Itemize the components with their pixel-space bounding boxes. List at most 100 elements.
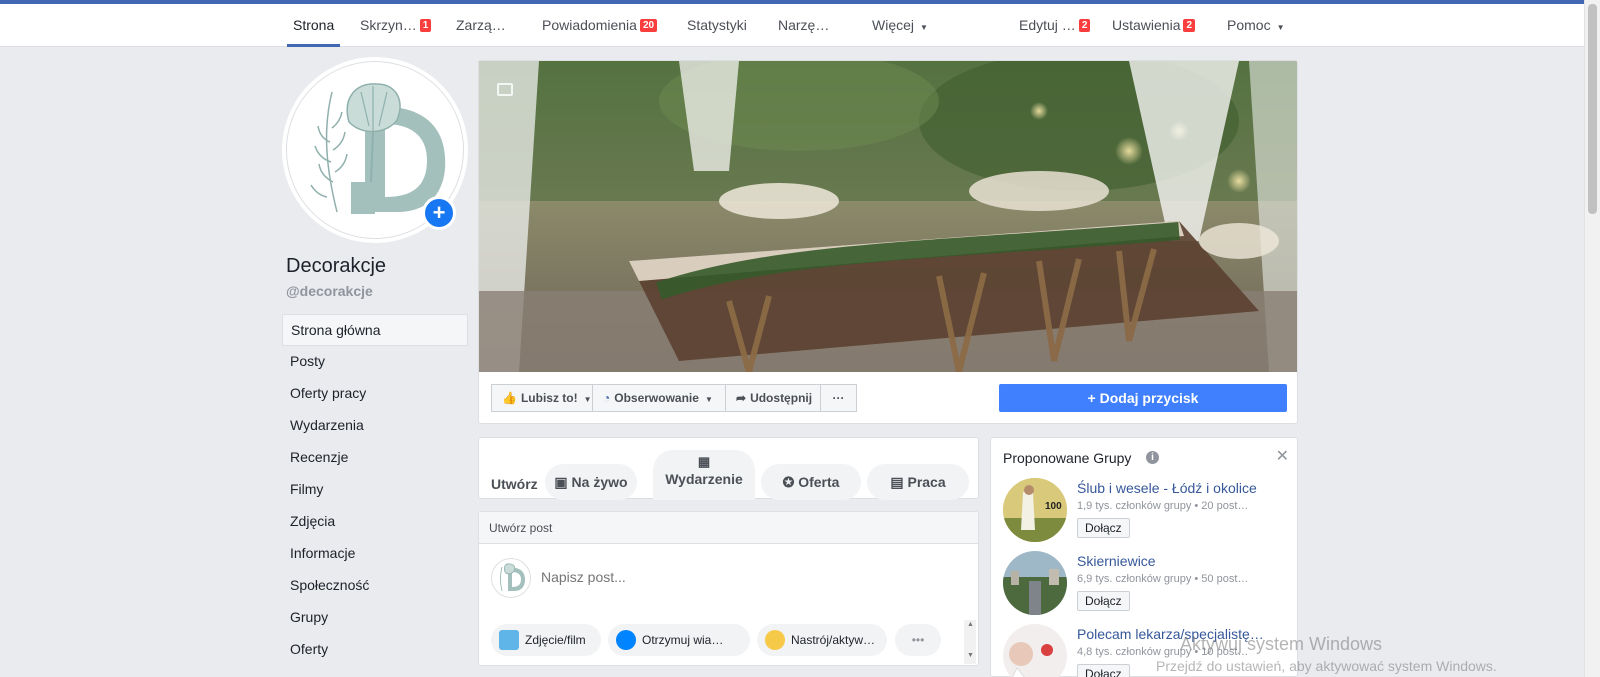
group-meta: 1,9 tys. członków grupy • 20 post…	[1077, 500, 1249, 512]
sidebar-item-informacje[interactable]: Informacje	[282, 538, 468, 570]
cover-card: 👍 Lubisz to! ▼ ◔ Obserwowanie ▼ ➦ Udostępnij …	[478, 60, 1298, 424]
group-name[interactable]: Skierniewice	[1077, 553, 1156, 569]
group-thumbnail-image	[1003, 551, 1067, 615]
smiley-icon	[765, 630, 785, 650]
group-thumbnail[interactable]: 100	[1003, 478, 1067, 542]
notification-badge: 1	[419, 19, 432, 32]
group-thumbnail-image: 100	[1003, 478, 1067, 542]
nav-tab-skrzynka[interactable]: Skrzyn… 1	[360, 4, 432, 47]
nav-tab-narzedzia[interactable]: Narzę…	[778, 4, 829, 47]
photo-icon	[499, 630, 519, 650]
offer-tag-icon: ✪	[782, 474, 799, 490]
decorakcje-logo	[500, 563, 525, 592]
nav-tab-statystyki[interactable]: Statystyki	[687, 4, 747, 47]
caret-down-icon: ▼	[920, 23, 928, 32]
group-meta: 6,9 tys. członków grupy • 50 post…	[1077, 573, 1249, 585]
video-camera-icon	[497, 83, 513, 96]
rss-icon: ◔	[603, 391, 611, 405]
sidebar-item-wydarzenia[interactable]: Wydarzenia	[282, 410, 468, 442]
more-options-button[interactable]: •••	[895, 624, 941, 656]
join-group-button[interactable]: Dołącz	[1077, 591, 1130, 611]
add-profile-photo-button[interactable]: +	[422, 196, 456, 230]
sidebar-item-posty[interactable]: Posty	[282, 346, 468, 378]
create-live-label: Na żywo	[571, 474, 628, 490]
nav-tab-powiadomienia[interactable]: Powiadomienia 20	[542, 4, 658, 47]
chevron-down-icon: ▼	[967, 652, 974, 659]
create-offer-label: Oferta	[798, 474, 840, 490]
cover-photo[interactable]	[479, 61, 1298, 372]
more-actions-button[interactable]: ···	[820, 384, 857, 412]
sidebar-item-filmy[interactable]: Filmy	[282, 474, 468, 506]
photo-video-option[interactable]: Zdjęcie/film	[491, 624, 601, 656]
group-suggestion: 100 Ślub i wesele - Łódź i okolice 1,9 t…	[1003, 478, 1293, 550]
caret-down-icon: ▼	[704, 395, 713, 404]
photo-video-label: Zdjęcie/film	[525, 633, 586, 647]
create-event-button[interactable]: ▦ Wydarzenie	[653, 450, 755, 500]
notification-badge: 2	[1078, 19, 1091, 32]
group-thumbnail[interactable]	[1003, 551, 1067, 615]
composer-header: Utwórz post	[479, 512, 978, 544]
get-messages-label: Otrzymuj wia…	[642, 633, 724, 647]
create-offer-button[interactable]: ✪ Oferta	[761, 464, 861, 500]
like-button[interactable]: 👍 Lubisz to! ▼	[491, 384, 593, 412]
nav-tab-label: Więcej	[872, 17, 915, 33]
nav-tab-label: Skrzyn…	[360, 17, 417, 33]
briefcase-icon: ▤	[890, 474, 908, 490]
add-button-cta[interactable]: + Dodaj przycisk	[999, 384, 1287, 412]
create-event-label: Wydarzenie	[665, 471, 743, 487]
nav-tab-zarzadzanie[interactable]: Zarzą…	[456, 4, 506, 47]
nav-tab-label: Edytuj …	[1019, 17, 1076, 33]
caret-down-icon: ▼	[583, 395, 592, 404]
window-scrollbar[interactable]	[1584, 0, 1600, 677]
composer-options-scrollbar[interactable]: ▲ ▼	[964, 620, 976, 664]
sidebar-item-strona-glowna[interactable]: Strona główna	[282, 314, 468, 346]
get-messages-option[interactable]: Otrzymuj wia…	[608, 624, 750, 656]
sidebar-item-grupy[interactable]: Grupy	[282, 602, 468, 634]
sidebar-item-oferty[interactable]: Oferty	[282, 634, 468, 666]
group-thumbnail[interactable]	[1003, 624, 1067, 677]
share-button[interactable]: ➦ Udostępnij	[725, 384, 821, 412]
plus-icon: +	[1087, 390, 1100, 406]
sidebar-item-spolecznosc[interactable]: Społeczność	[282, 570, 468, 602]
live-video-icon: ▣	[554, 474, 572, 490]
page-sidebar-nav: Strona główna Posty Oferty pracy Wydarze…	[282, 314, 468, 666]
thumbs-up-icon: 👍	[502, 391, 517, 405]
feeling-activity-option[interactable]: Nastrój/aktyw…	[757, 624, 887, 656]
follow-button[interactable]: ◔ Obserwowanie ▼	[592, 384, 726, 412]
create-job-label: Praca	[907, 474, 946, 490]
page-username[interactable]: @decorakcje	[286, 283, 373, 299]
create-job-button[interactable]: ▤ Praca	[867, 464, 969, 500]
nav-tab-pomoc[interactable]: Pomoc ▼	[1227, 4, 1285, 47]
nav-tab-edytuj[interactable]: Edytuj … 2	[1019, 4, 1091, 47]
group-thumbnail-text: 100	[1045, 501, 1062, 512]
watermark-line-2: Przejdź do ustawień, aby aktywować syste…	[1156, 658, 1497, 674]
post-composer: Utwórz post Zdjęcie/film Otrzymuj wia… N…	[478, 511, 979, 666]
nav-tab-ustawienia[interactable]: Ustawienia 2	[1112, 4, 1196, 47]
nav-tab-label: Pomoc	[1227, 17, 1271, 33]
sidebar-item-oferty-pracy[interactable]: Oferty pracy	[282, 378, 468, 410]
scrollbar-thumb[interactable]	[1588, 4, 1597, 214]
create-live-button[interactable]: ▣ Na żywo	[545, 464, 637, 500]
post-input[interactable]	[541, 569, 722, 585]
page-admin-navbar: Strona Skrzyn… 1 Zarzą… Powiadomienia 20 S…	[0, 4, 1584, 47]
join-group-button[interactable]: Dołącz	[1077, 664, 1130, 677]
add-button-label: Dodaj przycisk	[1099, 390, 1199, 406]
notification-badge: 2	[1183, 19, 1196, 32]
caret-down-icon: ▼	[1276, 23, 1285, 32]
avatar	[491, 558, 531, 598]
nav-tab-label: Zarzą…	[456, 17, 506, 33]
calendar-icon: ▦	[697, 454, 711, 469]
create-label: Utwórz	[491, 476, 538, 492]
composer-options: Zdjęcie/film Otrzymuj wia… Nastrój/aktyw…	[491, 618, 968, 662]
group-suggestion: Skierniewice 6,9 tys. członków grupy • 5…	[1003, 551, 1293, 623]
chevron-up-icon: ▲	[967, 621, 974, 628]
close-icon[interactable]: ✕	[1276, 446, 1289, 466]
sidebar-item-zdjecia[interactable]: Zdjęcia	[282, 506, 468, 538]
group-name[interactable]: Ślub i wesele - Łódź i okolice	[1077, 480, 1257, 496]
group-thumbnail-image	[1003, 624, 1067, 677]
nav-tab-strona[interactable]: Strona	[286, 4, 341, 47]
sidebar-item-recenzje[interactable]: Recenzje	[282, 442, 468, 474]
join-group-button[interactable]: Dołącz	[1077, 518, 1130, 538]
nav-tab-wiecej[interactable]: Więcej ▼	[872, 4, 928, 47]
info-icon[interactable]: i	[1146, 451, 1159, 464]
